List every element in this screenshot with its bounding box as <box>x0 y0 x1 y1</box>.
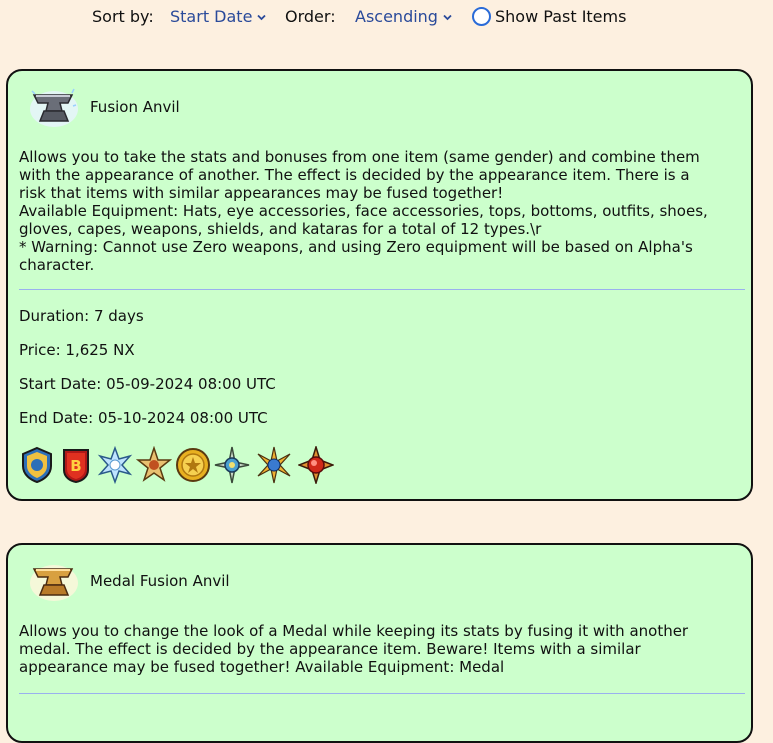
crimson-b-medal-icon: B <box>63 449 89 484</box>
chevron-down-icon <box>443 14 452 21</box>
divider <box>19 289 745 290</box>
red-orb-medal-icon <box>298 446 334 484</box>
item-title: Medal Fusion Anvil <box>90 572 230 590</box>
gold-coin-medal-icon <box>176 448 210 482</box>
item-start-date: Start Date: 05-09-2024 08:00 UTC <box>19 375 276 393</box>
sort-select[interactable]: Start Date <box>170 7 267 26</box>
show-past-items-radio[interactable] <box>472 7 491 26</box>
sort-select-value: Start Date <box>170 7 253 26</box>
gold-anvil-icon <box>30 565 78 601</box>
gold-star-medal-icon <box>136 446 172 482</box>
anvil-icon <box>30 88 78 127</box>
divider <box>19 693 745 694</box>
compass-medal-icon <box>214 446 250 484</box>
show-past-items-label[interactable]: Show Past Items <box>495 7 626 26</box>
shield-medal-icon <box>22 446 52 484</box>
filter-toolbar: Sort by: Start Date Order: Ascending Sho… <box>0 0 773 34</box>
item-description: Allows you to change the look of a Medal… <box>19 622 689 676</box>
item-card: Fusion Anvil Allows you to take the stat… <box>6 69 753 501</box>
item-card: Medal Fusion Anvil Allows you to change … <box>6 543 753 743</box>
svg-text:B: B <box>70 457 81 475</box>
blue-star-medal-icon <box>257 446 291 484</box>
item-description: Allows you to take the stats and bonuses… <box>19 148 708 274</box>
item-end-date: End Date: 05-10-2024 08:00 UTC <box>19 409 268 427</box>
order-select[interactable]: Ascending <box>355 7 452 26</box>
item-price: Price: 1,625 NX <box>19 341 135 359</box>
item-title: Fusion Anvil <box>90 98 180 116</box>
item-duration: Duration: 7 days <box>19 307 144 325</box>
order-select-value: Ascending <box>355 7 438 26</box>
chevron-down-icon <box>257 14 267 21</box>
sort-label: Sort by: <box>92 7 154 26</box>
ice-star-medal-icon <box>97 446 133 484</box>
order-label: Order: <box>285 7 336 26</box>
